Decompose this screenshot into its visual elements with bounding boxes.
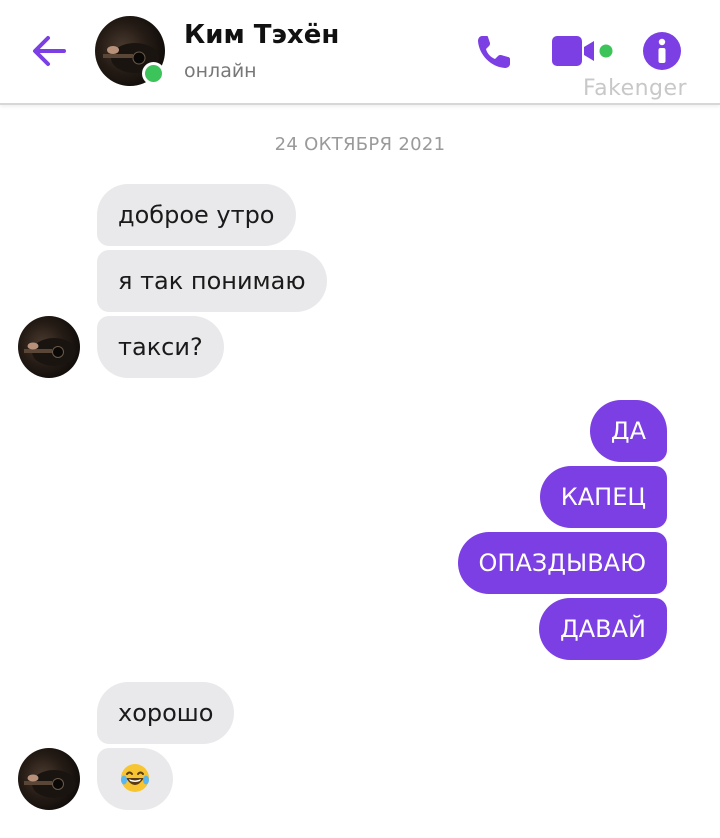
message-bubble-incoming[interactable]: я так понимаю <box>97 250 327 312</box>
message-bubble-outgoing[interactable]: КАПЕЦ <box>539 466 667 528</box>
back-arrow-icon[interactable] <box>28 30 70 72</box>
watermark: Fakenger <box>583 76 688 101</box>
face-with-tears-of-joy-icon <box>121 764 149 792</box>
contact-name[interactable]: Ким Тэхён <box>184 20 339 50</box>
message-bubble-incoming[interactable]: доброе утро <box>97 184 296 246</box>
sender-avatar[interactable] <box>18 748 80 810</box>
message-bubble-outgoing[interactable]: ОПАЗДЫВАЮ <box>457 532 667 594</box>
date-separator: 24 ОКТЯБРЯ 2021 <box>274 134 446 155</box>
video-camera-icon[interactable] <box>550 34 616 68</box>
chat-header: Ким Тэхён онлайн Fakenger <box>0 0 720 105</box>
online-status-dot <box>142 62 165 85</box>
phone-icon[interactable] <box>472 30 516 74</box>
message-bubble-incoming[interactable]: такси? <box>97 316 224 378</box>
message-bubble-incoming[interactable]: хорошо <box>97 682 235 744</box>
message-bubble-outgoing[interactable]: ДА <box>589 400 667 462</box>
sender-avatar[interactable] <box>18 316 80 378</box>
info-icon[interactable] <box>641 30 683 72</box>
contact-status: онлайн <box>184 60 257 82</box>
message-bubble-incoming[interactable] <box>97 748 173 810</box>
message-bubble-outgoing[interactable]: ДАВАЙ <box>538 598 667 660</box>
